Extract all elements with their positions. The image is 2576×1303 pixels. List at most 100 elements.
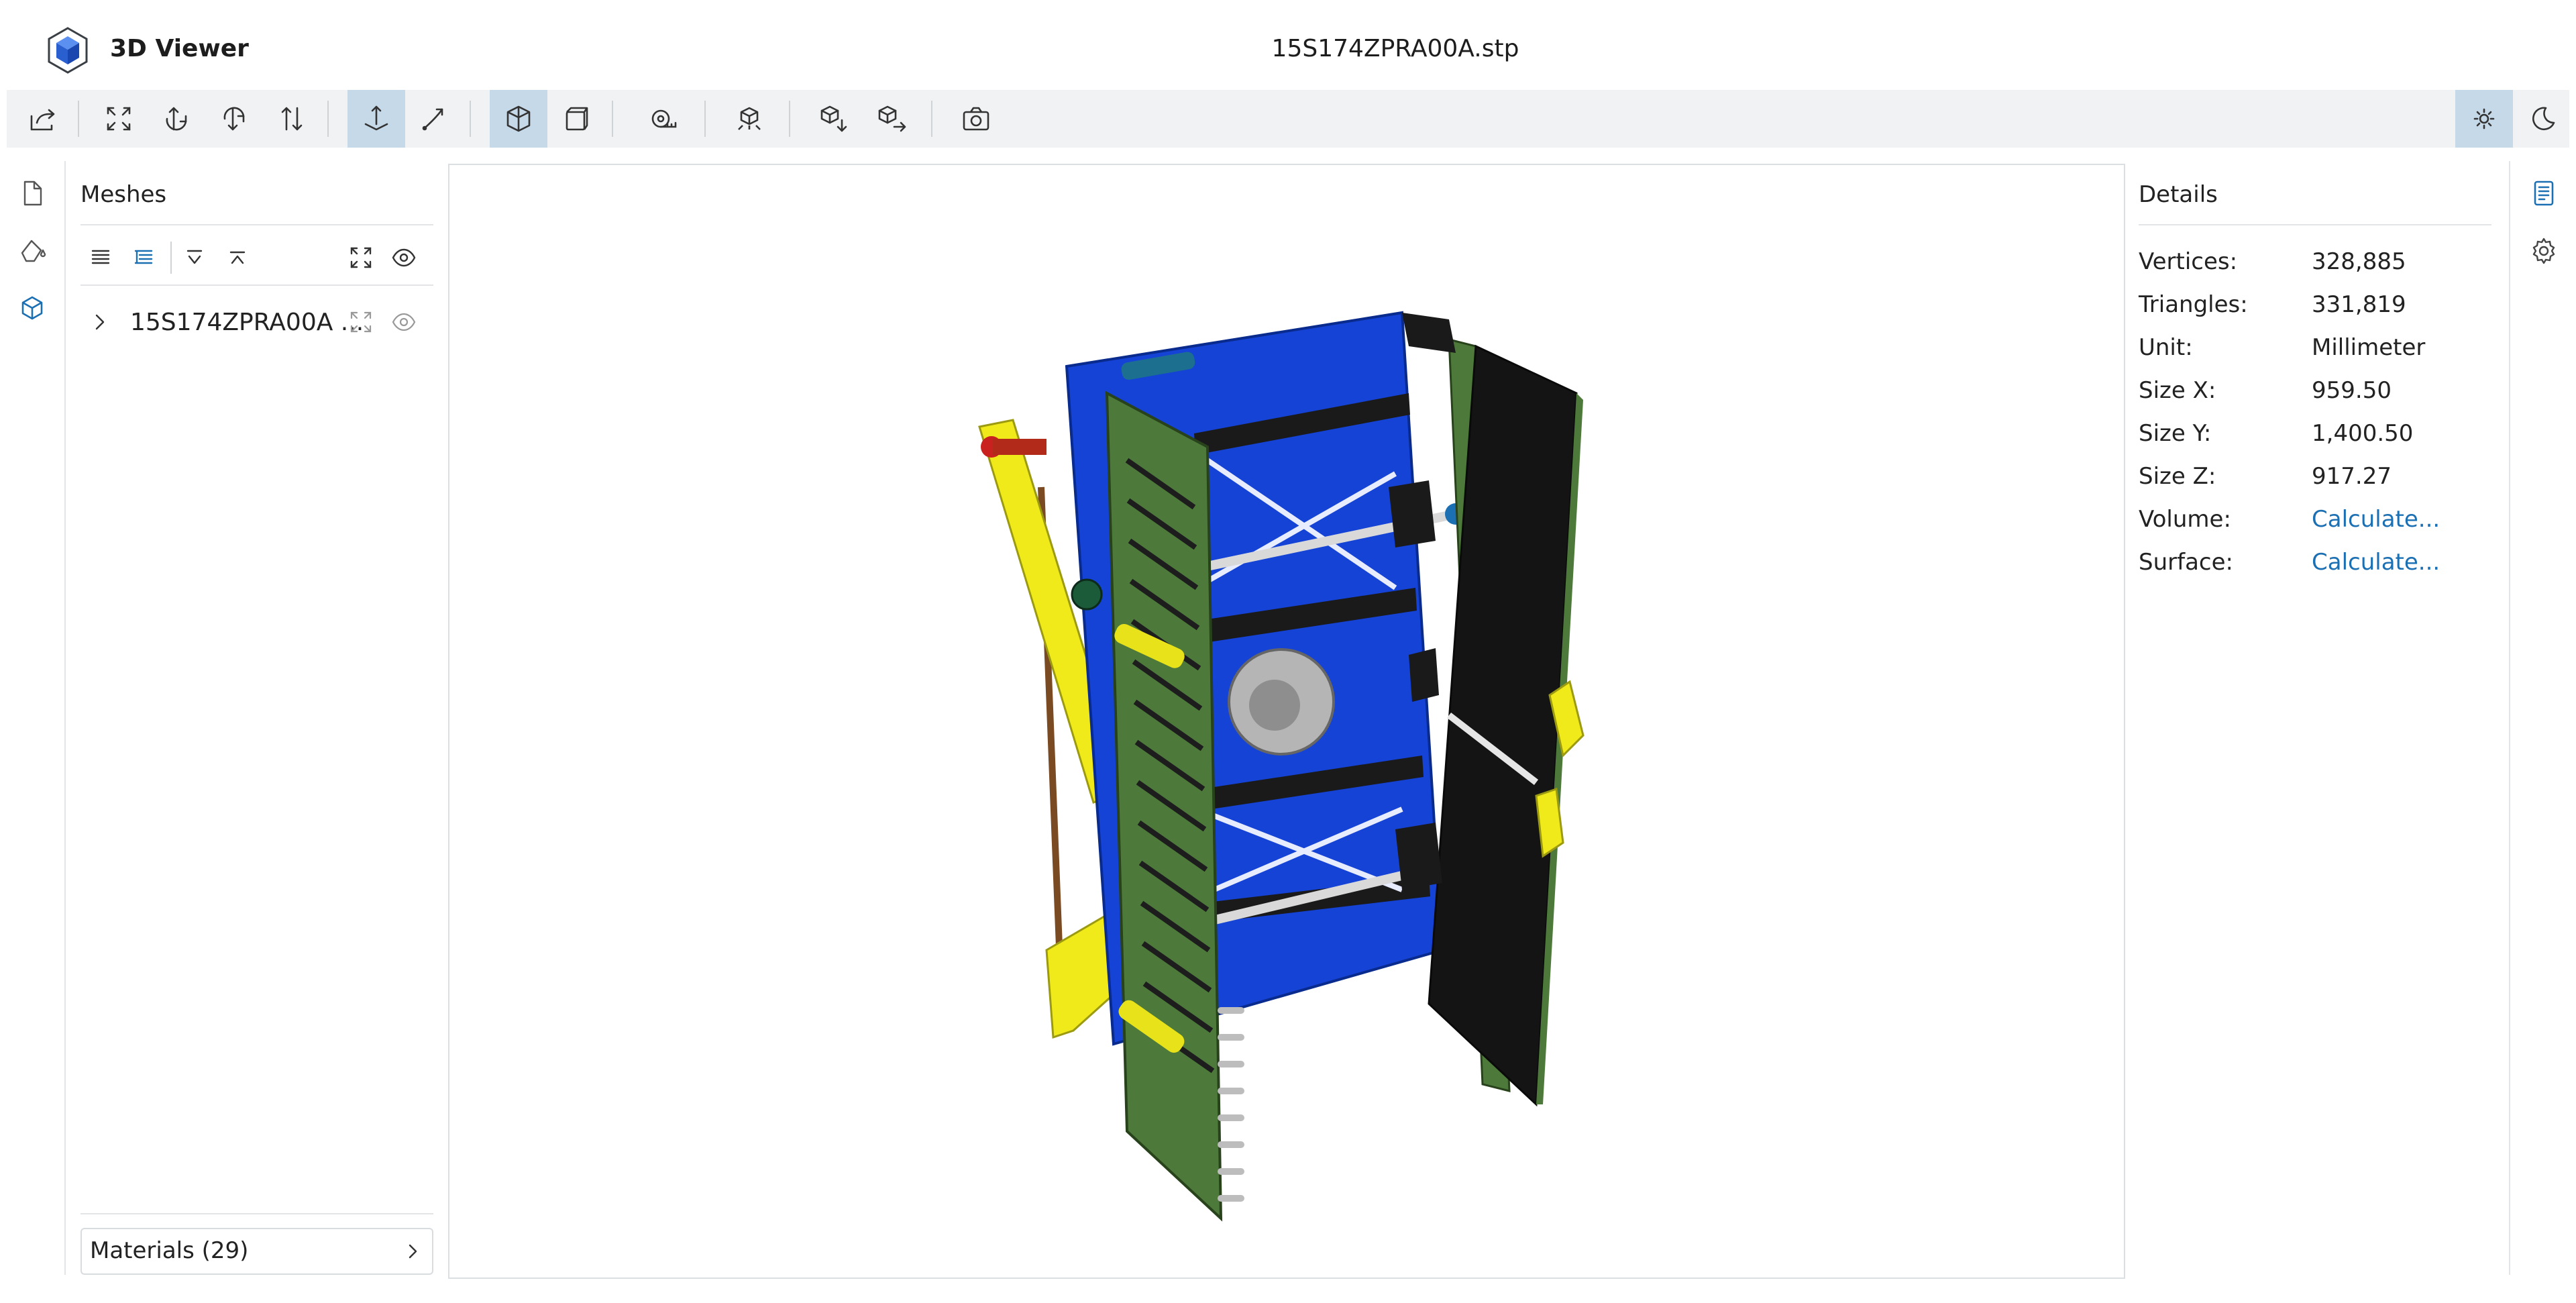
detail-label: Volume:	[2139, 506, 2231, 533]
file-details-nav-button[interactable]	[13, 174, 51, 212]
meshes-panel: Meshes 15S174ZPRA00A ... Materials (29)	[80, 168, 433, 1282]
flip-up-vector-button[interactable]	[205, 90, 263, 148]
app-title: 3D Viewer	[110, 35, 249, 62]
materials-button[interactable]: Materials (29)	[80, 1228, 433, 1275]
settings-icon	[2532, 238, 2555, 264]
collapse-all-button[interactable]	[217, 238, 258, 278]
detail-value: 959.50	[2312, 377, 2392, 404]
light-theme-button[interactable]	[2455, 90, 2513, 148]
mesh-tree-item-label: 15S174ZPRA00A ...	[130, 309, 364, 336]
main-toolbar	[7, 90, 2569, 148]
tree-view-button[interactable]	[123, 238, 164, 278]
flip-axis-icon	[281, 107, 303, 131]
free-orbit-button[interactable]	[405, 90, 463, 148]
detail-label: Size Z:	[2139, 463, 2216, 490]
chevron-right-icon[interactable]	[87, 310, 111, 334]
fit-mesh-button[interactable]	[341, 302, 381, 342]
open-file-icon	[30, 109, 55, 131]
detail-row-surface: Surface: Calculate...	[2139, 549, 2491, 589]
app-header: 3D Viewer 15S174ZPRA00A.stp	[0, 0, 2576, 90]
snapshot-button[interactable]	[947, 90, 1005, 148]
snapshot-icon	[963, 107, 989, 131]
details-panel-title: Details	[2139, 181, 2218, 208]
detail-row-vertices: Vertices: 328,885	[2139, 248, 2491, 289]
detail-label: Size Y:	[2139, 420, 2212, 447]
lines-mode-icon	[566, 107, 588, 131]
share-icon	[738, 107, 761, 130]
flip-up-vector-icon	[223, 107, 245, 131]
measure-button[interactable]	[635, 90, 692, 148]
set-up-vector-button[interactable]	[148, 90, 205, 148]
fixed-up-vector-button[interactable]	[347, 90, 405, 148]
materials-nav-button[interactable]	[13, 232, 51, 270]
calculate-volume-link[interactable]: Calculate...	[2312, 506, 2440, 533]
show-all-meshes-button[interactable]	[384, 238, 424, 278]
collapse-all-icon	[229, 251, 246, 264]
file-details-icon	[23, 180, 42, 206]
measure-icon	[651, 109, 677, 128]
export-selected-button[interactable]	[863, 90, 920, 148]
eye-icon	[392, 248, 416, 267]
fit-to-window-icon	[350, 311, 372, 333]
detail-label: Size X:	[2139, 377, 2216, 404]
detail-value: 917.27	[2312, 463, 2392, 490]
details-panel-icon	[2534, 180, 2554, 206]
calculate-surface-link[interactable]: Calculate...	[2312, 549, 2440, 576]
detail-value: 328,885	[2312, 248, 2406, 275]
detail-value: 331,819	[2312, 291, 2406, 318]
settings-nav-button[interactable]	[2525, 232, 2563, 270]
mesh-tree-item[interactable]: 15S174ZPRA00A ...	[80, 295, 433, 350]
detail-row-size-y: Size Y: 1,400.50	[2139, 420, 2491, 460]
detail-label: Triangles:	[2139, 291, 2248, 318]
meshes-nav-button[interactable]	[13, 290, 51, 327]
open-file-button[interactable]	[13, 90, 71, 148]
export-model-icon	[820, 105, 847, 132]
eye-icon	[392, 313, 416, 331]
fit-to-window-icon	[350, 247, 372, 268]
shaded-mode-button[interactable]	[490, 90, 547, 148]
materials-nav-icon	[21, 240, 46, 262]
set-up-vector-icon	[166, 107, 187, 131]
shaded-mode-icon	[506, 105, 531, 132]
detail-label: Vertices:	[2139, 248, 2238, 275]
fit-to-window-icon	[107, 107, 131, 131]
3d-model-render[interactable]	[449, 165, 2124, 1278]
expand-all-icon	[186, 250, 203, 264]
flat-list-icon	[91, 250, 110, 264]
details-panel-nav-button[interactable]	[2525, 174, 2563, 212]
right-navigation	[2509, 161, 2576, 1275]
free-orbit-icon	[422, 108, 443, 131]
share-button[interactable]	[720, 90, 778, 148]
dark-theme-button[interactable]	[2513, 90, 2571, 148]
detail-row-size-z: Size Z: 917.27	[2139, 463, 2491, 503]
tree-view-icon	[134, 250, 153, 264]
detail-row-volume: Volume: Calculate...	[2139, 506, 2491, 546]
detail-value: Millimeter	[2312, 334, 2426, 361]
details-panel: Details Vertices: 328,885 Triangles: 331…	[2139, 168, 2491, 1282]
materials-label: Materials (29)	[90, 1237, 249, 1264]
left-navigation	[0, 161, 66, 1275]
dark-theme-icon	[2532, 107, 2555, 131]
meshes-nav-icon	[21, 296, 43, 320]
detail-value: 1,400.50	[2312, 420, 2414, 447]
flat-list-button[interactable]	[80, 238, 121, 278]
file-name-title: 15S174ZPRA00A.stp	[1271, 35, 1519, 62]
toggle-mesh-visibility-button[interactable]	[384, 302, 424, 342]
export-selected-icon	[878, 105, 906, 132]
fit-all-meshes-button[interactable]	[341, 238, 381, 278]
export-model-button[interactable]	[805, 90, 863, 148]
detail-row-unit: Unit: Millimeter	[2139, 334, 2491, 374]
fit-to-window-button[interactable]	[90, 90, 148, 148]
lines-mode-button[interactable]	[547, 90, 605, 148]
detail-row-size-x: Size X: 959.50	[2139, 377, 2491, 417]
detail-row-triangles: Triangles: 331,819	[2139, 291, 2491, 331]
expand-all-button[interactable]	[174, 238, 215, 278]
meshes-panel-title: Meshes	[80, 181, 167, 208]
fixed-up-vector-icon	[364, 105, 388, 131]
detail-label: Surface:	[2139, 549, 2233, 576]
chevron-right-icon	[409, 1244, 417, 1259]
flip-axis-button[interactable]	[263, 90, 321, 148]
detail-label: Unit:	[2139, 334, 2193, 361]
light-theme-icon	[2473, 108, 2495, 129]
3d-viewport[interactable]	[448, 164, 2125, 1279]
